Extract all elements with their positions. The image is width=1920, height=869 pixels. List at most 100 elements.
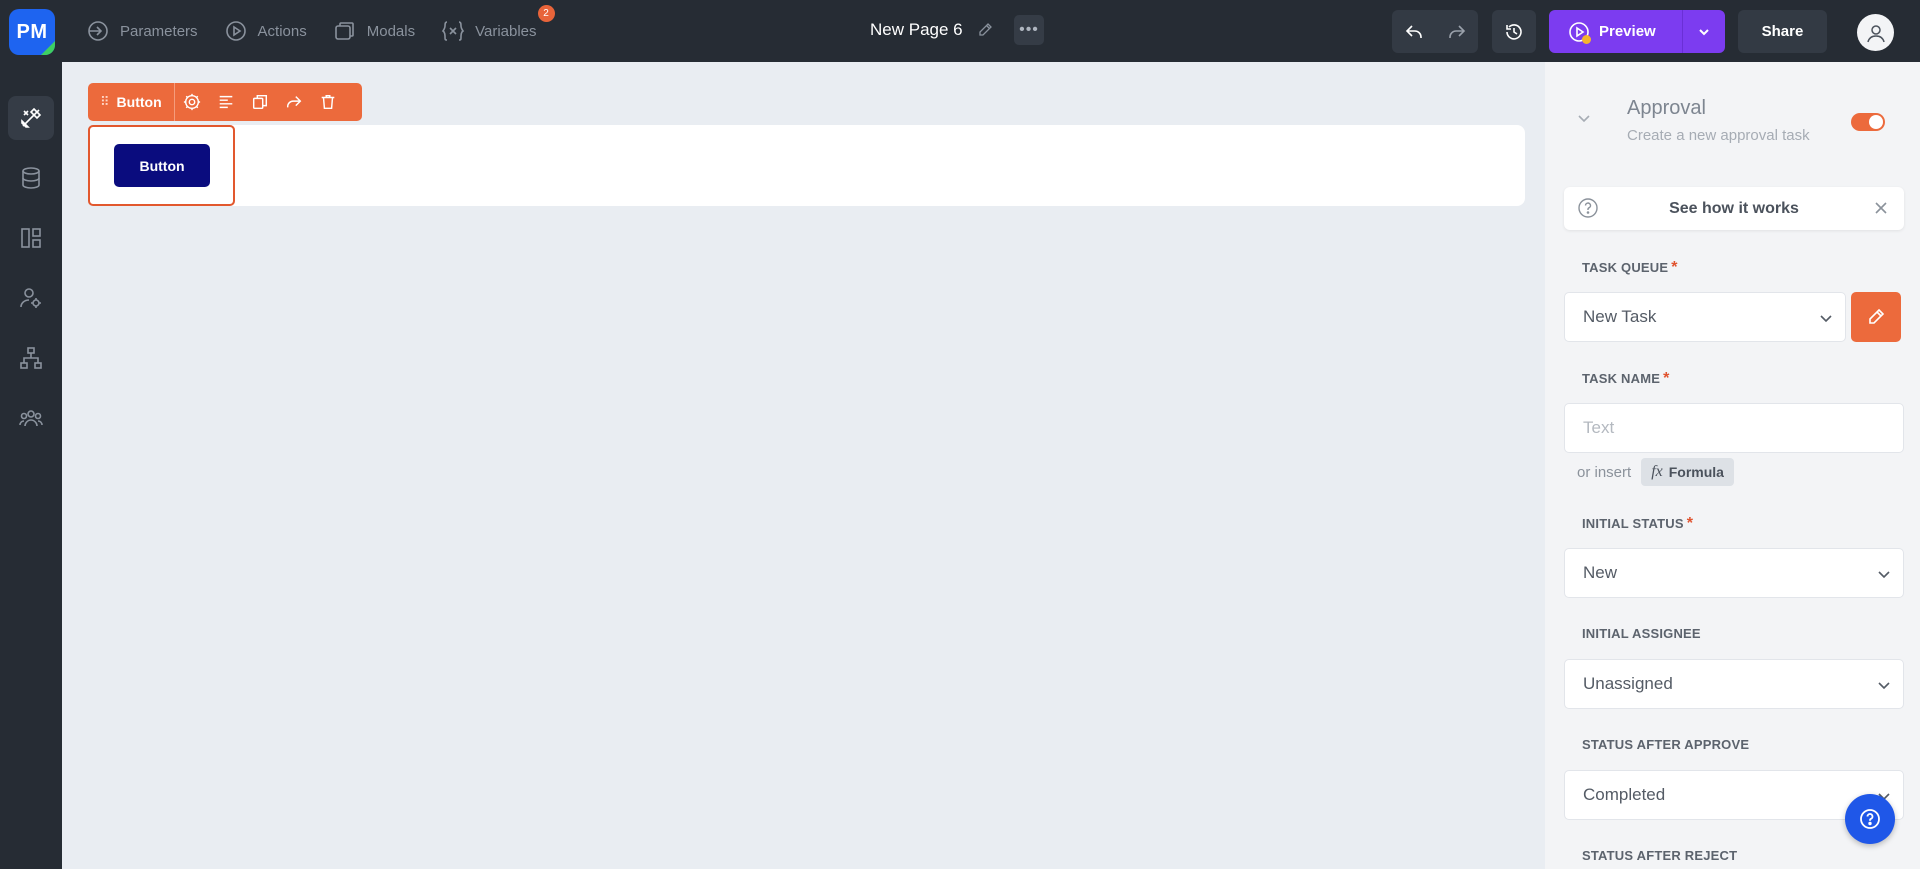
- undo-icon[interactable]: [1404, 22, 1424, 42]
- close-icon[interactable]: [1874, 201, 1888, 215]
- move-tool[interactable]: [277, 83, 311, 121]
- canvas-row-container[interactable]: [88, 125, 1525, 206]
- gear-icon: [183, 93, 200, 111]
- team-icon: [19, 410, 43, 427]
- app-logo[interactable]: PM: [9, 9, 55, 55]
- design-tools-icon: [21, 107, 42, 128]
- preview-dropdown-toggle[interactable]: [1683, 26, 1725, 38]
- see-how-it-works-banner[interactable]: See how it works: [1564, 187, 1904, 230]
- preview-status-dot: [1582, 34, 1591, 44]
- sidebar-item-hierarchy[interactable]: [8, 336, 54, 380]
- or-insert-text: or insert: [1577, 463, 1632, 481]
- redo-icon[interactable]: [1447, 22, 1467, 42]
- chevron-down-icon: [1699, 28, 1709, 35]
- top-bar: PM Parameters Actions Modals Variables 2…: [0, 0, 1920, 62]
- task-queue-select[interactable]: New Task: [1564, 292, 1846, 342]
- delete-tool[interactable]: [311, 83, 345, 121]
- status-after-approve-value: Completed: [1583, 785, 1666, 804]
- top-nav-tabs: Parameters Actions Modals Variables 2: [86, 0, 555, 62]
- duplicate-tool[interactable]: [243, 83, 277, 121]
- sidebar-item-design[interactable]: [8, 96, 54, 140]
- variable-icon: [441, 21, 465, 41]
- initial-assignee-label-text: INITIAL ASSIGNEE: [1582, 626, 1701, 641]
- drag-handle-icon[interactable]: ⠿: [100, 94, 109, 110]
- status-after-approve-label: STATUS AFTER APPROVE: [1582, 737, 1749, 752]
- tab-label: Parameters: [120, 22, 198, 40]
- user-settings-icon: [20, 288, 41, 308]
- chevron-down-icon: [1878, 682, 1890, 690]
- help-icon: [1860, 809, 1880, 829]
- help-button[interactable]: [1845, 794, 1895, 844]
- status-after-approve-label-text: STATUS AFTER APPROVE: [1582, 737, 1750, 752]
- sidebar-item-database[interactable]: [8, 156, 54, 200]
- tab-label: Actions: [257, 22, 307, 40]
- tab-parameters[interactable]: Parameters: [86, 19, 198, 43]
- redo-arrow-icon: [286, 96, 301, 108]
- align-left-icon: [219, 95, 232, 109]
- status-after-reject-label-text: STATUS AFTER REJECT: [1582, 848, 1738, 863]
- initial-assignee-label: INITIAL ASSIGNEE: [1582, 626, 1701, 641]
- settings-tool[interactable]: [175, 83, 209, 121]
- modals-icon: [334, 22, 354, 40]
- component-toolbar: ⠿ Button: [88, 83, 362, 121]
- action-title: Approval: [1627, 97, 1706, 119]
- more-icon: •••: [1019, 21, 1039, 38]
- sidebar-item-layout[interactable]: [8, 216, 54, 260]
- history-icon: [1506, 23, 1522, 40]
- task-queue-label-text: TASK QUEUE: [1582, 260, 1669, 275]
- canvas-button-component[interactable]: Button: [114, 144, 210, 187]
- sidebar-item-user-settings[interactable]: [8, 276, 54, 320]
- initial-assignee-select[interactable]: Unassigned: [1564, 659, 1904, 709]
- preview-main[interactable]: Preview: [1549, 10, 1683, 53]
- sidebar-item-team[interactable]: [8, 396, 54, 440]
- tab-label: Variables: [475, 22, 537, 40]
- required-mark: *: [1663, 370, 1670, 387]
- edit-task-queue-button[interactable]: [1851, 292, 1901, 342]
- component-type-label: Button: [117, 83, 175, 121]
- tab-modals[interactable]: Modals: [333, 19, 415, 43]
- layout-icon: [21, 228, 41, 248]
- initial-status-select[interactable]: New: [1564, 548, 1904, 598]
- required-mark: *: [1686, 515, 1694, 532]
- task-queue-label: TASK QUEUE *: [1582, 259, 1678, 277]
- initial-status-label: INITIAL STATUS *: [1582, 515, 1693, 533]
- insert-formula-row: or insert fx Formula: [1577, 458, 1734, 486]
- user-icon: [1866, 24, 1885, 42]
- parameters-icon: [88, 21, 108, 41]
- task-name-label-text: TASK NAME: [1582, 371, 1661, 386]
- status-after-reject-label: STATUS AFTER REJECT: [1582, 848, 1737, 863]
- tab-label: Modals: [366, 22, 416, 40]
- page-title[interactable]: New Page 6: [870, 20, 993, 40]
- align-tool[interactable]: [209, 83, 243, 121]
- left-sidebar: [0, 62, 62, 869]
- chevron-down-icon[interactable]: [1577, 111, 1591, 125]
- task-name-input[interactable]: [1564, 403, 1904, 453]
- chevron-down-icon: [1878, 571, 1890, 579]
- play-circle-icon: [225, 21, 246, 41]
- properties-panel: Approval Create a new approval task See …: [1545, 62, 1920, 869]
- tab-actions[interactable]: Actions: [224, 19, 307, 43]
- page-canvas[interactable]: Button ⠿ Button: [62, 62, 1545, 869]
- see-how-it-works-label: See how it works: [1669, 199, 1799, 217]
- preview-play-icon: [1568, 21, 1591, 44]
- variables-count-badge: 2: [537, 5, 555, 22]
- action-enabled-toggle[interactable]: [1851, 113, 1885, 131]
- task-queue-value: New Task: [1583, 307, 1657, 326]
- tab-variables[interactable]: Variables 2: [441, 5, 555, 43]
- more-options-button[interactable]: •••: [1014, 15, 1044, 45]
- share-label: Share: [1761, 23, 1804, 40]
- page-title-text: New Page 6: [870, 20, 963, 39]
- undo-redo-group: [1392, 10, 1478, 53]
- task-name-label: TASK NAME *: [1582, 370, 1670, 388]
- history-button[interactable]: [1492, 10, 1536, 53]
- preview-button[interactable]: Preview: [1549, 10, 1725, 53]
- user-avatar[interactable]: [1857, 14, 1894, 51]
- formula-label: Formula: [1668, 464, 1724, 480]
- trash-icon: [321, 94, 334, 110]
- formula-button[interactable]: fx Formula: [1641, 458, 1734, 486]
- initial-assignee-value: Unassigned: [1583, 674, 1673, 693]
- initial-status-label-text: INITIAL STATUS: [1582, 516, 1684, 531]
- pencil-icon[interactable]: [977, 22, 993, 38]
- share-button[interactable]: Share: [1738, 10, 1827, 53]
- initial-status-value: New: [1583, 563, 1618, 582]
